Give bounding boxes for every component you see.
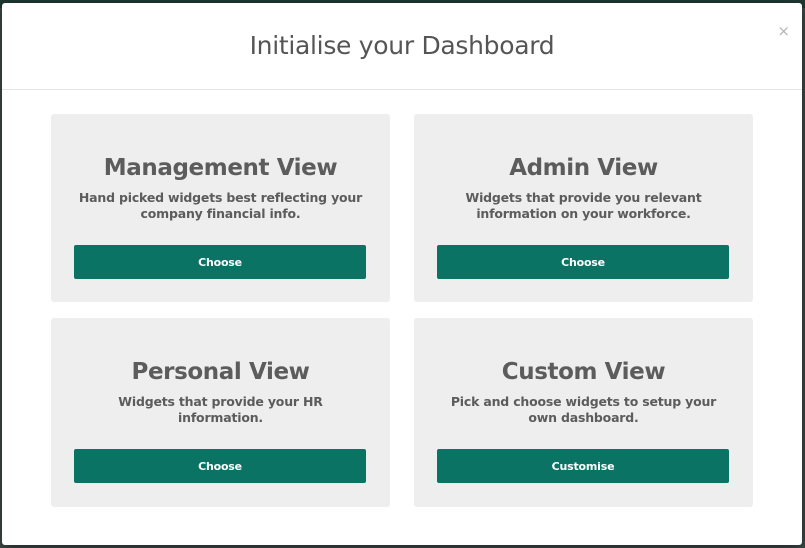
- card-title: Admin View: [509, 155, 658, 181]
- card-description: Widgets that provide your HR information…: [118, 394, 323, 425]
- card-title: Personal View: [131, 359, 310, 385]
- modal-header: Initialise your Dashboard ×: [2, 3, 802, 90]
- card-admin-view: Admin View Widgets that provide you rele…: [414, 114, 753, 302]
- card-description: Pick and choose widgets to setup your ow…: [450, 394, 717, 425]
- close-icon[interactable]: ×: [777, 24, 790, 39]
- card-personal-view: Personal View Widgets that provide your …: [51, 318, 390, 507]
- card-title: Management View: [103, 155, 338, 181]
- card-title: Custom View: [501, 359, 666, 385]
- choose-admin-button[interactable]: Choose: [437, 245, 729, 279]
- card-custom-view: Custom View Pick and choose widgets to s…: [414, 318, 753, 507]
- dashboard-init-modal: Initialise your Dashboard × Management V…: [2, 3, 802, 545]
- card-management-view: Management View Hand picked widgets best…: [51, 114, 390, 302]
- card-description: Hand picked widgets best reflecting your…: [78, 190, 363, 221]
- customise-button[interactable]: Customise: [437, 449, 729, 483]
- choose-personal-button[interactable]: Choose: [74, 449, 366, 483]
- choose-management-button[interactable]: Choose: [74, 245, 366, 279]
- modal-title: Initialise your Dashboard: [249, 31, 555, 60]
- card-description: Widgets that provide you relevant inform…: [465, 190, 702, 221]
